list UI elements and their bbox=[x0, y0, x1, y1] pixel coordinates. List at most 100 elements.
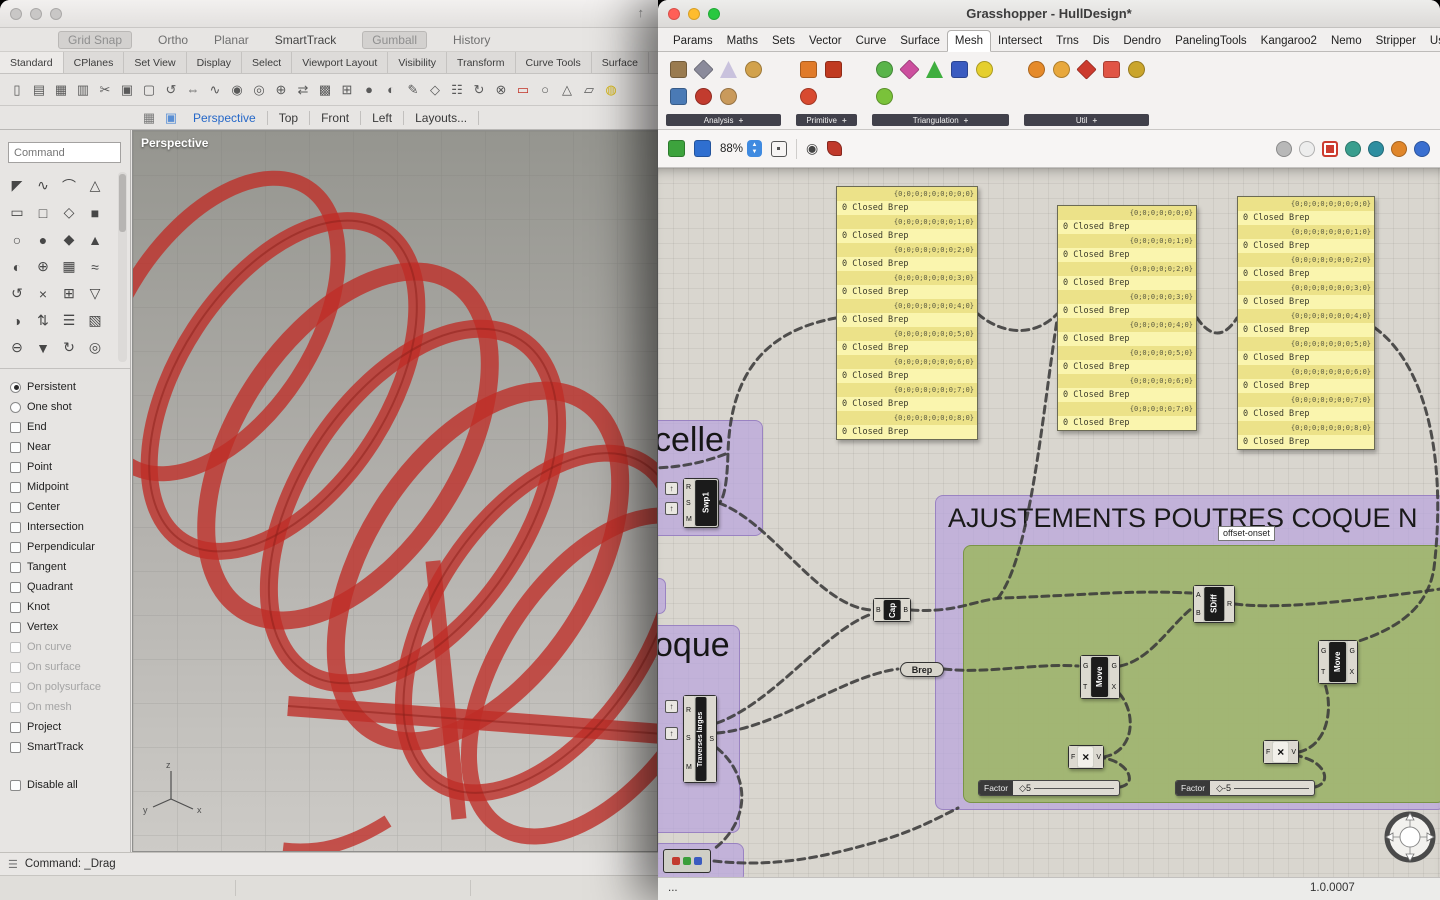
toolbar-tab[interactable]: Standard bbox=[0, 52, 64, 73]
slider-track[interactable] bbox=[1234, 787, 1309, 789]
ribbon-icon[interactable] bbox=[716, 56, 741, 83]
toolbar-tab[interactable]: Surface bbox=[592, 52, 649, 73]
tool-icon[interactable]: ▧ bbox=[82, 307, 108, 334]
toolbar-icon[interactable]: ▯ bbox=[6, 78, 28, 102]
osnap-item[interactable]: On curve bbox=[10, 637, 130, 657]
ribbon-icon[interactable] bbox=[1099, 56, 1124, 83]
ribbon-icon[interactable] bbox=[716, 83, 741, 110]
component-move-right[interactable]: G T Move G X bbox=[1318, 640, 1358, 684]
tool-icon[interactable]: ○ bbox=[4, 226, 30, 253]
toolbar-tab[interactable]: CPlanes bbox=[64, 52, 125, 73]
toolbar-tab[interactable]: Curve Tools bbox=[516, 52, 592, 73]
checkbox-icon[interactable] bbox=[10, 501, 21, 513]
tool-icon[interactable]: ● bbox=[30, 226, 56, 253]
display-mode-icon[interactable] bbox=[1391, 140, 1407, 157]
label-offset-onset[interactable]: offset-onset bbox=[1218, 526, 1275, 541]
osnap-item[interactable]: Near bbox=[10, 437, 130, 457]
toolbar-icon[interactable]: ⊗ bbox=[490, 78, 512, 102]
menu-item[interactable]: Stripper bbox=[1369, 31, 1423, 51]
toolbar-icon[interactable]: ◇ bbox=[424, 78, 446, 102]
viewport-grid-icon[interactable]: ▦ bbox=[138, 110, 160, 126]
checkbox-icon[interactable] bbox=[10, 741, 21, 753]
status-toggle[interactable]: Ortho bbox=[158, 33, 188, 47]
ribbon-icon[interactable] bbox=[922, 56, 947, 83]
tool-icon[interactable]: ◐ bbox=[4, 253, 30, 280]
ribbon-icon[interactable] bbox=[972, 56, 997, 83]
graft-icon[interactable]: ↑ bbox=[665, 700, 678, 713]
graft-icon[interactable]: ↑ bbox=[665, 482, 678, 495]
group-sliver[interactable] bbox=[658, 578, 666, 614]
osnap-item[interactable]: End bbox=[10, 417, 130, 437]
toolbar-icon[interactable]: ⇄ bbox=[292, 78, 314, 102]
slider-factor-right[interactable]: Factor ◇-5 bbox=[1175, 780, 1315, 796]
tool-icon[interactable]: ☰ bbox=[56, 307, 82, 334]
checkbox-icon[interactable] bbox=[10, 779, 21, 791]
checkbox-icon[interactable] bbox=[10, 441, 21, 453]
tool-icon[interactable]: ∿ bbox=[30, 172, 56, 199]
viewport-tab[interactable]: Front bbox=[310, 110, 362, 125]
grasshopper-canvas[interactable]: celle oque AJUSTEMENTS POUTRES COQUE N {… bbox=[658, 168, 1440, 877]
param-brep[interactable]: Brep bbox=[900, 662, 944, 677]
display-mode-icon[interactable] bbox=[1345, 140, 1361, 157]
toolbar-icon[interactable]: ⊞ bbox=[336, 78, 358, 102]
display-mode-icon[interactable] bbox=[1322, 140, 1338, 157]
viewport-frame-icon[interactable]: ▣ bbox=[160, 110, 182, 126]
viewport-tab[interactable]: Top bbox=[268, 110, 311, 125]
tool-icon[interactable]: ▼ bbox=[30, 334, 56, 361]
toolbar-icon[interactable]: ▢ bbox=[138, 78, 160, 102]
toolbar-icon[interactable]: ◐ bbox=[380, 78, 402, 102]
toolbar-icon[interactable]: ↻ bbox=[468, 78, 490, 102]
checkbox-icon[interactable] bbox=[10, 681, 21, 693]
tool-icon[interactable]: ■ bbox=[82, 199, 108, 226]
ribbon-icon[interactable] bbox=[1024, 56, 1049, 83]
toolbar-icon[interactable]: ◍ bbox=[600, 78, 622, 102]
checkbox-icon[interactable] bbox=[10, 701, 21, 713]
slider-track[interactable] bbox=[1034, 787, 1114, 789]
ribbon-icon[interactable] bbox=[821, 56, 846, 83]
osnap-item[interactable]: Knot bbox=[10, 597, 130, 617]
draw-brush-icon[interactable] bbox=[827, 141, 843, 156]
component-unit-left[interactable]: F × V bbox=[1068, 745, 1104, 769]
open-file-icon[interactable] bbox=[668, 140, 685, 157]
menu-item[interactable]: User bbox=[1423, 31, 1440, 51]
osnap-item[interactable]: Project bbox=[10, 717, 130, 737]
checkbox-icon[interactable] bbox=[10, 541, 21, 553]
toolbar-tab[interactable]: Display bbox=[187, 52, 243, 73]
menu-item[interactable]: Nemo bbox=[1324, 31, 1369, 51]
ribbon-icon[interactable] bbox=[796, 56, 821, 83]
toolbar-icon[interactable]: ↺ bbox=[160, 78, 182, 102]
toolbar-icon[interactable]: ⇔ bbox=[182, 78, 204, 102]
ribbon-icon[interactable] bbox=[741, 56, 766, 83]
slider-grip-icon[interactable]: ◇ bbox=[1216, 783, 1223, 793]
menu-item[interactable]: Maths bbox=[720, 31, 765, 51]
osnap-item[interactable]: Vertex bbox=[10, 617, 130, 637]
viewport-tab[interactable]: Perspective bbox=[182, 110, 268, 125]
toolbar-icon[interactable]: ◉ bbox=[226, 78, 248, 102]
osnap-item[interactable]: SmartTrack bbox=[10, 737, 130, 757]
zoom-control[interactable]: 88% ▲ ▼ bbox=[720, 140, 763, 157]
toolbar-icon[interactable]: ▣ bbox=[116, 78, 138, 102]
menu-item[interactable]: Mesh bbox=[946, 30, 992, 52]
display-mode-icon[interactable] bbox=[1368, 140, 1384, 157]
tool-icon[interactable]: × bbox=[30, 280, 56, 307]
osnap-item[interactable]: On surface bbox=[10, 657, 130, 677]
toolbar-icon[interactable]: ● bbox=[358, 78, 380, 102]
osnap-radio[interactable]: Persistent bbox=[10, 377, 130, 397]
component-unit-right[interactable]: F × V bbox=[1263, 740, 1299, 764]
data-panel-b[interactable]: {0;0;0;0;0;0;0} 0 Closed Brep {0;0;0;0;0;1… bbox=[1057, 205, 1197, 431]
ribbon-group-label[interactable]: Triangulation + bbox=[872, 114, 1009, 126]
palette-scrollbar[interactable] bbox=[118, 172, 127, 362]
tool-icon[interactable]: ⊕ bbox=[30, 253, 56, 280]
history-list-icon[interactable]: ☰ bbox=[8, 858, 18, 871]
tool-icon[interactable]: ⊖ bbox=[4, 334, 30, 361]
ribbon-icon[interactable] bbox=[666, 56, 691, 83]
checkbox-icon[interactable] bbox=[10, 521, 21, 533]
menu-item[interactable]: Dendro bbox=[1116, 31, 1168, 51]
ribbon-group-label[interactable]: Primitive + bbox=[796, 114, 857, 126]
checkbox-icon[interactable] bbox=[10, 481, 21, 493]
ribbon-icon[interactable] bbox=[872, 83, 897, 110]
osnap-item[interactable]: Perpendicular bbox=[10, 537, 130, 557]
checkbox-icon[interactable] bbox=[10, 721, 21, 733]
data-panel-a[interactable]: {0;0;0;0;0;0;0;0;0} 0 Closed Brep {0;0;0;0… bbox=[836, 186, 978, 440]
tool-icon[interactable]: ⊞ bbox=[56, 280, 82, 307]
